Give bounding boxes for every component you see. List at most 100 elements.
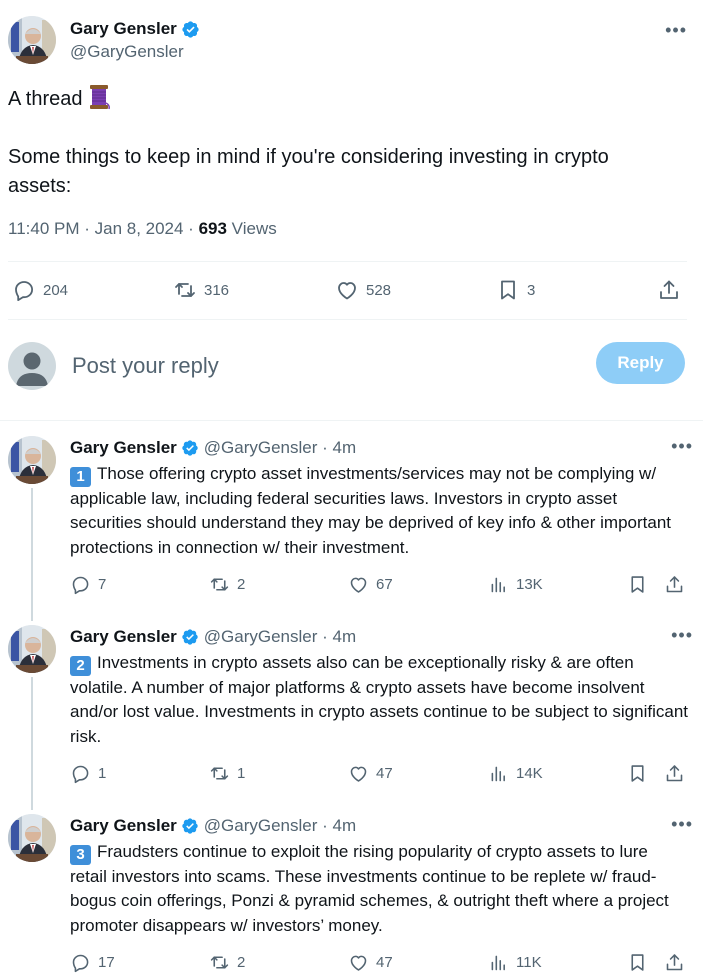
reply-button[interactable]: 7 (70, 574, 106, 595)
views-chart-icon (491, 766, 505, 782)
share-icon (666, 954, 683, 971)
heart-icon (350, 955, 367, 971)
main-tweet-header: Gary Gensler @GaryGensler ••• (8, 16, 695, 68)
repost-button[interactable]: 1 (209, 763, 245, 784)
views-count: 13K (516, 576, 543, 593)
number-key-emoji: 3 (70, 845, 91, 865)
like-button[interactable]: 67 (348, 574, 393, 595)
tweet-text-body: Those offering crypto asset investments/… (70, 464, 672, 557)
tweet-text: 2 Investments in crypto assets also can b… (70, 651, 688, 749)
reply-count: 204 (43, 281, 69, 299)
share-button[interactable] (664, 574, 685, 595)
like-count: 47 (376, 954, 393, 971)
main-tweet-body: Some things to keep in mind if you're co… (8, 146, 615, 197)
author-name[interactable]: Gary Gensler (70, 19, 177, 39)
like-count: 528 (366, 281, 392, 299)
author-avatar[interactable] (8, 436, 56, 484)
more-icon[interactable]: ••• (671, 625, 693, 646)
bookmark-button[interactable] (627, 763, 648, 784)
section-divider (0, 420, 703, 421)
reply-icon (15, 281, 33, 301)
repost-count: 2 (237, 576, 246, 593)
timestamp[interactable]: 11:40 PM · Jan 8, 2024 · (8, 219, 199, 238)
reply-input[interactable] (72, 353, 552, 379)
reply-count: 17 (98, 954, 115, 971)
views-count: 693 (198, 219, 227, 238)
number-key-emoji: 1 (70, 467, 91, 487)
like-button[interactable]: 47 (348, 763, 393, 784)
views-chart-icon (491, 577, 505, 593)
reply-button[interactable]: 17 (70, 952, 115, 973)
bookmark-icon (631, 576, 644, 593)
reply-composer: Reply (8, 336, 687, 396)
like-button[interactable]: 528 (335, 278, 391, 302)
reply-submit-button[interactable]: Reply (596, 342, 685, 384)
views-label: Views (226, 219, 277, 238)
divider (8, 261, 687, 262)
tweet-actions: 7 2 67 13K (70, 574, 695, 598)
number-key-emoji: 2 (70, 656, 91, 676)
verified-badge-icon (182, 629, 198, 645)
thread-spool-emoji (90, 85, 111, 110)
main-tweet-text: A thread Some things to keep in mind if … (8, 84, 668, 201)
reply-icon (72, 954, 89, 973)
share-icon (660, 280, 678, 299)
repost-button[interactable]: 316 (173, 278, 229, 302)
share-button[interactable] (664, 952, 685, 973)
heart-icon (350, 766, 367, 782)
author-handle-time[interactable]: @GaryGensler · 4m (204, 438, 356, 458)
bookmark-icon (501, 280, 515, 300)
main-tweet-actions: 204 316 528 3 (8, 268, 687, 312)
more-icon[interactable]: ••• (671, 436, 693, 457)
repost-count: 1 (237, 765, 246, 782)
views-button[interactable]: 13K (488, 574, 543, 595)
views-count: 11K (516, 954, 542, 971)
share-icon (666, 765, 683, 782)
views-count: 14K (516, 765, 543, 782)
bookmark-button[interactable] (627, 952, 648, 973)
repost-count: 316 (204, 281, 230, 299)
thread-tweet[interactable]: Gary Gensler @GaryGensler · 4m 3 Fraudste… (8, 814, 695, 954)
share-button[interactable] (664, 763, 685, 784)
tweet-actions: 17 2 47 11K (70, 952, 695, 976)
repost-icon (210, 767, 229, 780)
more-icon[interactable]: ••• (665, 20, 687, 41)
reply-button[interactable]: 204 (12, 278, 68, 302)
views-button[interactable]: 14K (488, 763, 543, 784)
author-avatar[interactable] (8, 625, 56, 673)
share-button[interactable] (657, 278, 681, 302)
reply-count: 1 (98, 765, 107, 782)
author-handle[interactable]: @GaryGensler (70, 42, 200, 62)
author-avatar[interactable] (8, 814, 56, 862)
views-button[interactable]: 11K (488, 952, 542, 973)
thread-intro: A thread (8, 88, 83, 110)
verified-badge-icon (182, 440, 198, 456)
bookmark-button[interactable] (627, 574, 648, 595)
like-count: 67 (376, 576, 393, 593)
repost-icon (175, 283, 195, 297)
repost-button[interactable]: 2 (209, 952, 245, 973)
author-name[interactable]: Gary Gensler (70, 816, 177, 836)
author-avatar[interactable] (8, 16, 56, 64)
author-name[interactable]: Gary Gensler (70, 627, 177, 647)
tweet-meta: 11:40 PM · Jan 8, 2024 · 693 Views (8, 219, 277, 239)
views-chart-icon (491, 955, 505, 971)
repost-count: 2 (237, 954, 246, 971)
repost-button[interactable]: 2 (209, 574, 245, 595)
bookmark-icon (631, 954, 644, 971)
user-avatar[interactable] (8, 342, 56, 390)
author-handle-time[interactable]: @GaryGensler · 4m (204, 816, 356, 836)
author-name[interactable]: Gary Gensler (70, 438, 177, 458)
heart-icon (338, 282, 356, 300)
share-icon (666, 576, 683, 593)
reply-count: 7 (98, 576, 107, 593)
bookmark-icon (631, 765, 644, 782)
bookmark-button[interactable]: 3 (496, 278, 535, 302)
author-handle-time[interactable]: @GaryGensler · 4m (204, 627, 356, 647)
reply-button[interactable]: 1 (70, 763, 106, 784)
like-count: 47 (376, 765, 393, 782)
like-button[interactable]: 47 (348, 952, 393, 973)
more-icon[interactable]: ••• (671, 814, 693, 835)
tweet-text-body: Investments in crypto assets also can be… (70, 653, 689, 746)
bookmark-count: 3 (527, 281, 536, 299)
